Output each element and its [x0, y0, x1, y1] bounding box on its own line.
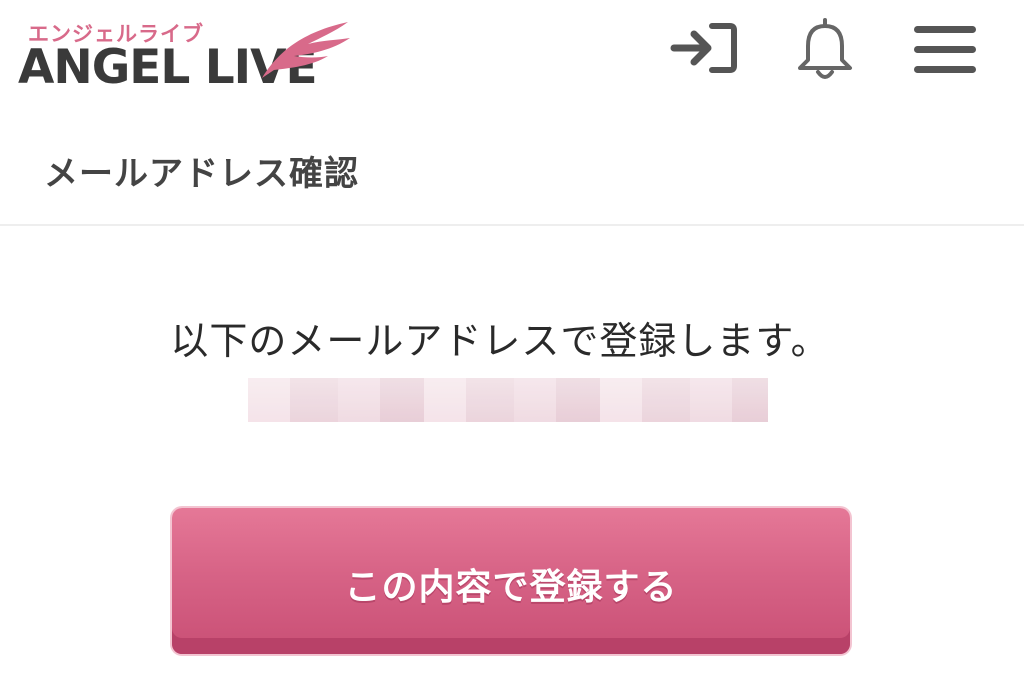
page-title-bar: メールアドレス確認: [0, 112, 1024, 226]
wing-icon: [262, 22, 350, 78]
register-button-label: この内容で登録する: [344, 567, 678, 608]
angel-live-logo[interactable]: エンジェルライブ ANGEL LIVE: [18, 8, 350, 98]
login-icon[interactable]: [668, 20, 740, 76]
page-title: メールアドレス確認: [44, 154, 359, 194]
register-button[interactable]: この内容で登録する: [172, 508, 850, 654]
confirmation-message: 以下のメールアドレスで登録します。: [170, 319, 830, 363]
hamburger-menu-icon[interactable]: [912, 24, 978, 76]
email-address-value: [248, 378, 768, 422]
bell-icon[interactable]: [792, 14, 858, 84]
header: エンジェルライブ ANGEL LIVE: [0, 0, 1024, 112]
